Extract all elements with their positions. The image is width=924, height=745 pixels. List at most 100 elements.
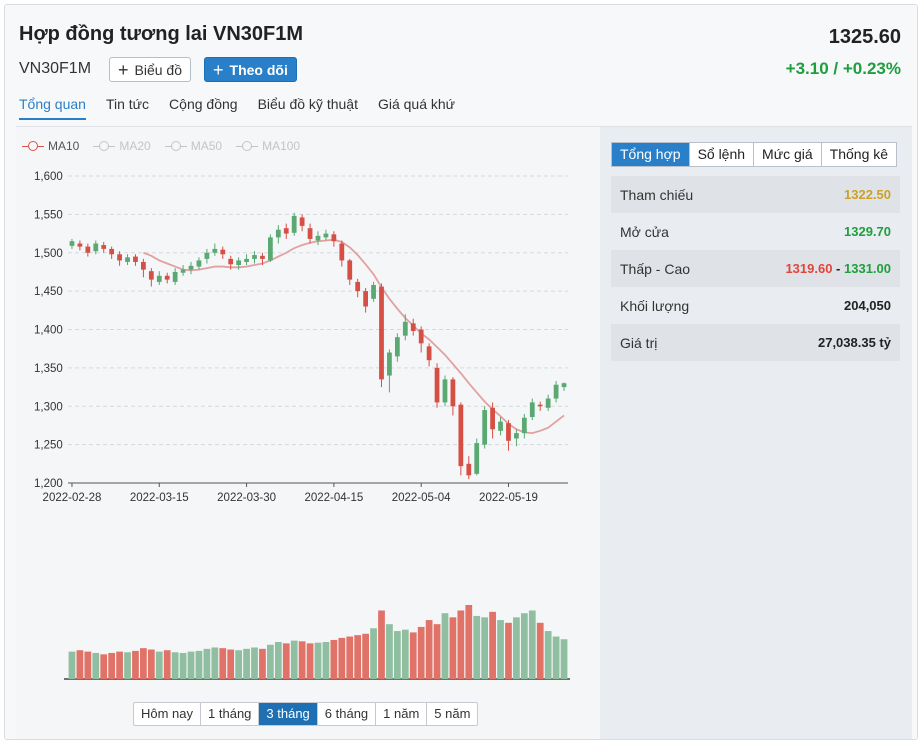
candle-body <box>77 243 83 247</box>
candle-body <box>347 260 353 280</box>
volume-bar <box>187 651 195 679</box>
range-5-years-button[interactable]: 5 năm <box>427 703 477 725</box>
volume-bar <box>290 640 298 679</box>
candle-body <box>101 245 107 249</box>
candle-body <box>164 275 170 280</box>
candle-body <box>537 404 543 407</box>
volume-bar <box>513 617 520 679</box>
candle-body <box>561 383 567 388</box>
volume-bar <box>84 651 92 679</box>
volume-bar <box>259 648 266 679</box>
tab-technical-chart[interactable]: Biểu đồ kỹ thuật <box>258 96 358 120</box>
candle-body <box>521 417 527 434</box>
volume-bar <box>362 633 369 679</box>
candle-body <box>236 260 242 266</box>
candle-body <box>514 433 519 439</box>
page-title: Hợp đồng tương lai VN30F1M <box>19 23 304 45</box>
volume-bar <box>108 652 116 679</box>
tab-price-levels[interactable]: Mức giá <box>754 143 822 166</box>
candle-body <box>434 367 440 403</box>
volume-bar <box>147 649 155 679</box>
tab-community[interactable]: Cộng đồng <box>169 96 238 120</box>
volume-bar <box>417 626 425 679</box>
range-1-month-button[interactable]: 1 tháng <box>201 703 260 725</box>
candle-body <box>450 379 456 407</box>
price-chart-area: MA10 MA20 MA50 MA100 1,600 1,550 1,500 1,45… <box>16 127 594 739</box>
range-3-months-button[interactable]: 3 tháng <box>259 703 318 725</box>
volume-bar <box>124 652 131 679</box>
volume-bar <box>251 647 258 679</box>
volume-bar <box>116 651 123 679</box>
volume-bar <box>497 620 504 679</box>
y-tick-label: 1,350 <box>34 363 63 375</box>
stat-row-volume: Khối lượng 204,050 <box>611 287 900 324</box>
volume-bar <box>560 639 568 679</box>
plus-icon: + <box>118 59 129 80</box>
candle-body <box>275 229 281 238</box>
quote-panel: Hợp đồng tương lai VN30F1M 1325.60 +3.10… <box>4 4 918 740</box>
volume-bar <box>76 650 84 679</box>
candle-body <box>188 265 194 270</box>
tab-order-book[interactable]: Sổ lệnh <box>690 143 755 166</box>
stat-row-reference: Tham chiếu 1322.50 <box>611 176 900 213</box>
candle-body <box>442 379 448 403</box>
candle-body <box>204 252 210 259</box>
candlestick-chart[interactable]: 1,600 1,550 1,500 1,450 1,400 1,350 1,300 1,250… <box>16 127 594 687</box>
candle-body <box>553 384 559 399</box>
price-change: +3.10 / +0.23% <box>785 59 901 78</box>
symbol-label: VN30F1M <box>19 60 92 77</box>
volume-bar <box>306 643 314 679</box>
tab-news[interactable]: Tin tức <box>106 96 149 120</box>
candle-body <box>474 443 480 474</box>
volume-bar <box>92 652 100 679</box>
candle-body <box>387 352 392 376</box>
volume-bar <box>330 639 338 679</box>
stat-value: 27,038.35 tỷ <box>817 335 891 350</box>
candle-body <box>85 246 91 253</box>
volume-bar <box>274 642 282 679</box>
stat-row-value: Giá trị 27,038.35 tỷ <box>611 324 900 361</box>
tab-summary[interactable]: Tổng hợp <box>612 143 690 166</box>
candle-body <box>244 258 249 262</box>
y-tick-label: 1,400 <box>34 325 63 337</box>
candle-body <box>371 284 376 299</box>
range-today-button[interactable]: Hôm nay <box>134 703 202 725</box>
tab-statistics[interactable]: Thống kê <box>822 143 896 166</box>
candle-body <box>490 407 495 430</box>
tab-price-history[interactable]: Giá quá khứ <box>378 96 455 120</box>
x-tick-label: 2022-04-15 <box>304 492 363 504</box>
stat-label: Tham chiếu <box>620 186 694 203</box>
volume-bar <box>243 648 250 679</box>
plus-icon: + <box>213 59 224 80</box>
range-1-year-button[interactable]: 1 năm <box>376 703 428 725</box>
volume-bar <box>528 610 536 679</box>
summary-stats: Tham chiếu 1322.50 Mở cửa 1329.70 Thấp -… <box>611 176 900 361</box>
candle-body <box>418 329 424 344</box>
candle-body <box>394 337 400 357</box>
candle-body <box>355 281 361 292</box>
volume-bar <box>433 624 441 679</box>
volume-bar <box>370 628 377 679</box>
stat-label: Thấp - Cao <box>620 260 691 277</box>
chart-button[interactable]: + Biểu đồ <box>109 57 191 82</box>
candle-body <box>315 235 321 241</box>
candle-body <box>141 261 146 270</box>
volume-bar <box>314 642 322 679</box>
volume-bar <box>282 643 290 679</box>
volume-bar <box>203 648 211 679</box>
x-tick-label: 2022-03-30 <box>217 492 276 504</box>
volume-bar <box>544 631 552 679</box>
volume-bar <box>520 613 528 679</box>
volume-bar <box>489 611 496 679</box>
candle-body <box>458 404 464 467</box>
volume-bar <box>401 629 409 679</box>
volume-bar <box>132 650 139 679</box>
stat-value: 1329.70 <box>844 224 891 239</box>
stat-label: Khối lượng <box>620 297 690 314</box>
range-6-months-button[interactable]: 6 tháng <box>318 703 377 725</box>
follow-button[interactable]: + Theo dõi <box>204 57 297 82</box>
ma10-line <box>143 238 565 435</box>
volume-bar <box>179 652 187 679</box>
volume-bar <box>155 651 163 679</box>
tab-overview[interactable]: Tổng quan <box>19 96 86 120</box>
